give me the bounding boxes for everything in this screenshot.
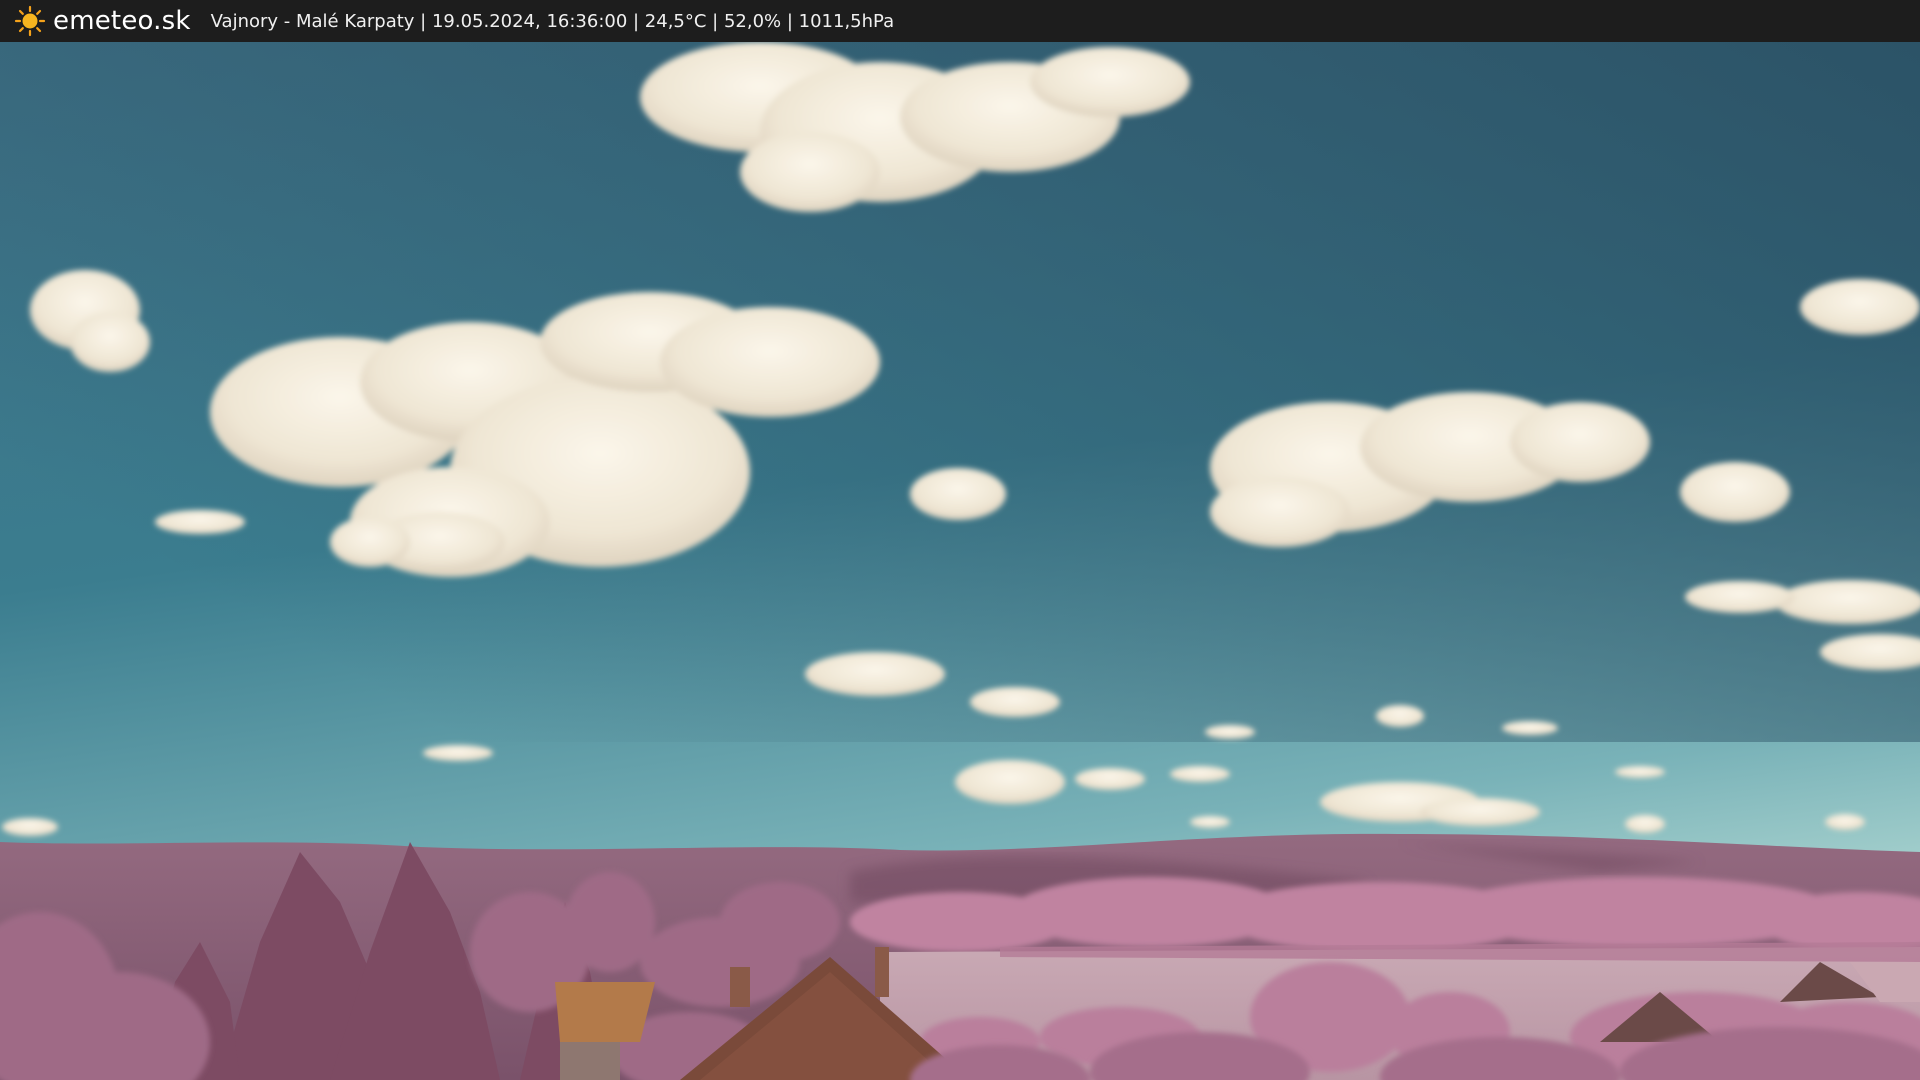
- webcam-frame: emeteo.sk Vajnory - Malé Karpaty | 19.05…: [0, 0, 1920, 1080]
- site-brand[interactable]: emeteo.sk: [53, 6, 191, 36]
- station-caption: Vajnory - Malé Karpaty | 19.05.2024, 16:…: [210, 10, 895, 32]
- webcam-image: [0, 42, 1920, 1080]
- header-bar: emeteo.sk Vajnory - Malé Karpaty | 19.05…: [0, 0, 1920, 42]
- sun-icon[interactable]: [14, 5, 46, 37]
